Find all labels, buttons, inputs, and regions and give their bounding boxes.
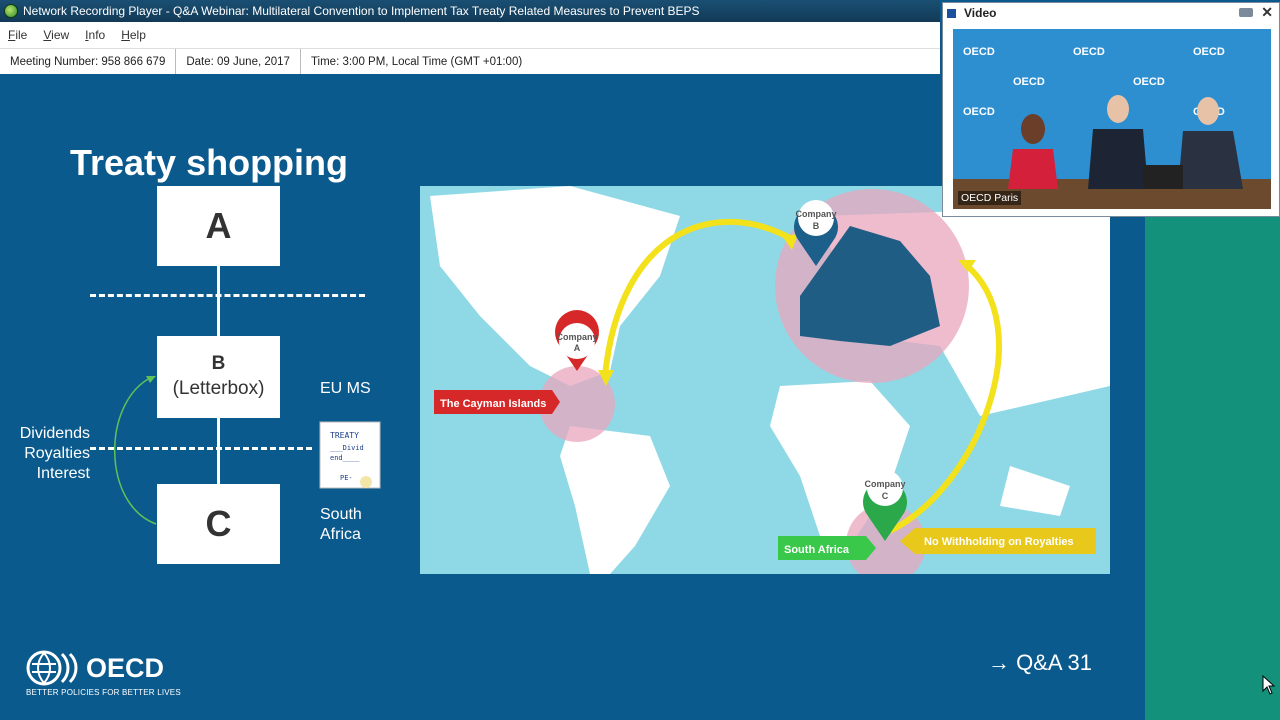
window-titlebar: Network Recording Player - Q&A Webinar: … [0, 0, 940, 22]
income-flow-arrow [114, 376, 157, 525]
camera-icon[interactable] [1239, 8, 1253, 17]
treaty-doc-line1: TREATY [330, 431, 359, 440]
panel-icon [947, 8, 956, 18]
video-panel-header[interactable]: Video ✕ [943, 3, 1279, 23]
menu-help[interactable]: Help [113, 28, 154, 42]
backdrop-word: OECD [1013, 76, 1045, 88]
meeting-info-bar: Meeting Number: 958 866 679 Date: 09 Jun… [0, 48, 940, 74]
south-africa-banner: South Africa [778, 536, 876, 560]
video-feed: OECD OECD OECD OECD OECD OECD OECD OECD … [953, 29, 1271, 209]
connector-line [217, 418, 220, 484]
app-icon [4, 4, 18, 18]
no-withholding-label: No Withholding on Royalties [924, 536, 1074, 548]
treaty-doc-line2: ___Divid [330, 444, 364, 452]
meeting-date: Date: 09 June, 2017 [176, 49, 301, 74]
backdrop-word: OECD [963, 106, 995, 118]
pin-b-line1: Company [795, 209, 836, 219]
video-panel[interactable]: Video ✕ OECD OECD OECD OECD OECD OECD OE… [942, 2, 1280, 217]
close-icon[interactable]: ✕ [1261, 4, 1273, 21]
income-flow-labels: Dividends Royalties Interest [16, 424, 90, 484]
backdrop-word: OECD [1073, 46, 1105, 58]
pin-c-line2: C [882, 491, 889, 501]
cayman-banner: The Cayman Islands [434, 390, 560, 414]
backdrop-word: OECD [1133, 76, 1165, 88]
treaty-doc-line3: end____ [330, 454, 360, 462]
menu-bar: File View Info Help [0, 22, 940, 48]
seal-icon [360, 476, 372, 488]
entity-b-sub: (Letterbox) [172, 378, 265, 399]
flow-label-royalties: Royalties [24, 445, 90, 462]
eu-ms-label: EU MS [320, 380, 371, 397]
pin-c-line1: Company [864, 479, 905, 489]
no-withholding-banner: No Withholding on Royalties [900, 528, 1096, 554]
menu-info[interactable]: Info [77, 28, 113, 42]
oecd-tagline: BETTER POLICIES FOR BETTER LIVES [26, 688, 181, 697]
oecd-logo: OECD BETTER POLICIES FOR BETTER LIVES [26, 650, 181, 697]
pin-b-line2: B [813, 221, 820, 231]
window-title: Network Recording Player - Q&A Webinar: … [23, 4, 700, 18]
entity-box-a: A [157, 186, 280, 266]
treaty-document-icon: TREATY ___Divid end____ PE- [319, 421, 381, 489]
entity-b-label: B [211, 353, 226, 375]
dashed-border-line [90, 294, 365, 297]
arrow-right-icon: → [988, 650, 1010, 675]
video-caption: OECD Paris [958, 191, 1022, 205]
menu-file[interactable]: File [0, 28, 35, 42]
backdrop-word: OECD [963, 46, 995, 58]
laptop [1143, 165, 1183, 189]
meeting-time: Time: 3:00 PM, Local Time (GMT +01:00) [310, 55, 523, 68]
qa-indicator: → Q&A 31 [988, 650, 1092, 676]
mouse-cursor-icon [1262, 675, 1276, 695]
flow-label-dividends: Dividends [19, 425, 90, 442]
menu-view[interactable]: View [35, 28, 77, 42]
cayman-label: The Cayman Islands [440, 398, 546, 410]
oecd-wordmark: OECD [86, 652, 165, 683]
qa-number: Q&A 31 [1016, 650, 1092, 675]
world-map: Company A Company B Company C The Cayman… [420, 186, 1110, 574]
entity-box-c: C [157, 484, 280, 564]
video-panel-title: Video [964, 6, 997, 20]
backdrop-word: OECD [1193, 46, 1225, 58]
south-africa-map-label: South Africa [784, 544, 850, 556]
slide-title: Treaty shopping [70, 142, 349, 183]
entity-box-b: B (Letterbox) [157, 336, 280, 418]
pin-a-line1: Company [556, 332, 597, 342]
pin-a-line2: A [574, 343, 581, 353]
oecd-globe-icon [26, 650, 78, 686]
south-africa-label: South Africa [320, 506, 362, 543]
connector-line [217, 266, 220, 336]
side-strip [1145, 217, 1280, 720]
meeting-number: Meeting Number: 958 866 679 [0, 49, 177, 74]
treaty-doc-line4: PE- [340, 474, 353, 482]
flow-label-interest: Interest [36, 465, 90, 482]
